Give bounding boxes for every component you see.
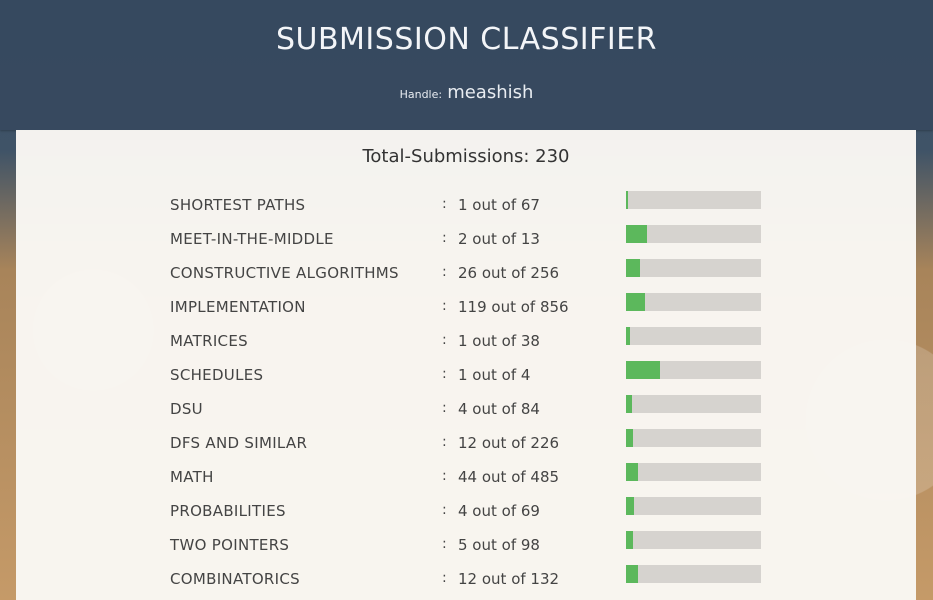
progress-bar [626,293,761,311]
separator-colon: : [442,332,447,348]
tag-name: TWO POINTERS [170,536,290,554]
progress-fill [626,191,629,209]
progress-bar [626,225,761,243]
tag-name: PROBABILITIES [170,502,286,520]
progress-fill [626,531,633,549]
separator-colon: : [442,570,447,586]
progress-fill [626,463,639,481]
tag-count: 1 out of 38 [458,332,540,350]
tag-count: 44 out of 485 [458,468,560,486]
progress-bar [626,395,761,413]
progress-bar [626,327,761,345]
tag-name: SCHEDULES [170,366,264,384]
tag-row: MATRICES:1 out of 38 [170,324,770,358]
tag-row: SCHEDULES:1 out of 4 [170,358,770,392]
progress-fill [626,395,633,413]
separator-colon: : [442,196,447,212]
separator-colon: : [442,230,447,246]
handle-label: Handle: [399,88,443,101]
tag-count: 1 out of 4 [458,366,531,384]
tag-row: DFS AND SIMILAR:12 out of 226 [170,426,770,460]
tag-row: COMBINATORICS:12 out of 132 [170,562,770,596]
progress-bar [626,531,761,549]
progress-bar [626,191,761,209]
tag-count: 12 out of 226 [458,434,560,452]
progress-bar [626,463,761,481]
tag-row: MATH:44 out of 485 [170,460,770,494]
tag-count: 1 out of 67 [458,196,540,214]
tag-name: MEET-IN-THE-MIDDLE [170,230,334,248]
total-submissions: Total-Submissions: 230 [362,146,570,167]
progress-bar [626,565,761,583]
progress-fill [626,429,634,447]
tag-name: DFS AND SIMILAR [170,434,308,452]
page-header: SUBMISSION CLASSIFIER Handle: meashish [0,0,933,130]
separator-colon: : [442,366,447,382]
tag-name: COMBINATORICS [170,570,300,588]
progress-fill [626,497,634,515]
tag-count: 119 out of 856 [458,298,569,316]
progress-bar [626,497,761,515]
tag-row: PROBABILITIES:4 out of 69 [170,494,770,528]
tag-name: MATRICES [170,332,248,350]
tag-row: MEET-IN-THE-MIDDLE:2 out of 13 [170,222,770,256]
tag-count: 2 out of 13 [458,230,540,248]
tag-row: IMPLEMENTATION:119 out of 856 [170,290,770,324]
separator-colon: : [442,502,447,518]
results-panel: Total-Submissions: 230 SHORTEST PATHS:1 … [16,130,916,600]
progress-bar [626,259,761,277]
tag-row: SHORTEST PATHS:1 out of 67 [170,188,770,222]
progress-fill [626,259,640,277]
progress-bar [626,429,761,447]
separator-colon: : [442,468,447,484]
progress-bar [626,361,761,379]
tag-name: CONSTRUCTIVE ALGORITHMS [170,264,399,282]
tag-name: MATH [170,468,214,486]
progress-fill [626,327,630,345]
separator-colon: : [442,400,447,416]
tag-count: 4 out of 84 [458,400,540,418]
separator-colon: : [442,298,447,314]
page-title: SUBMISSION CLASSIFIER [275,22,658,57]
tag-name: IMPLEMENTATION [170,298,306,316]
tag-row: CONSTRUCTIVE ALGORITHMS:26 out of 256 [170,256,770,290]
separator-colon: : [442,264,447,280]
tag-count: 12 out of 132 [458,570,560,588]
progress-fill [626,293,645,311]
progress-fill [626,225,647,243]
handle-line: Handle: meashish [0,82,933,103]
tag-count: 4 out of 69 [458,502,540,520]
tag-count: 26 out of 256 [458,264,560,282]
progress-fill [626,361,660,379]
handle-value: meashish [447,82,534,103]
tag-row: TWO POINTERS:5 out of 98 [170,528,770,562]
tag-name: SHORTEST PATHS [170,196,306,214]
separator-colon: : [442,434,447,450]
tag-row: DSU:4 out of 84 [170,392,770,426]
separator-colon: : [442,536,447,552]
tag-count: 5 out of 98 [458,536,540,554]
tag-name: DSU [170,400,203,418]
tag-list: SHORTEST PATHS:1 out of 67 MEET-IN-THE-MI… [170,188,770,596]
progress-fill [626,565,639,583]
